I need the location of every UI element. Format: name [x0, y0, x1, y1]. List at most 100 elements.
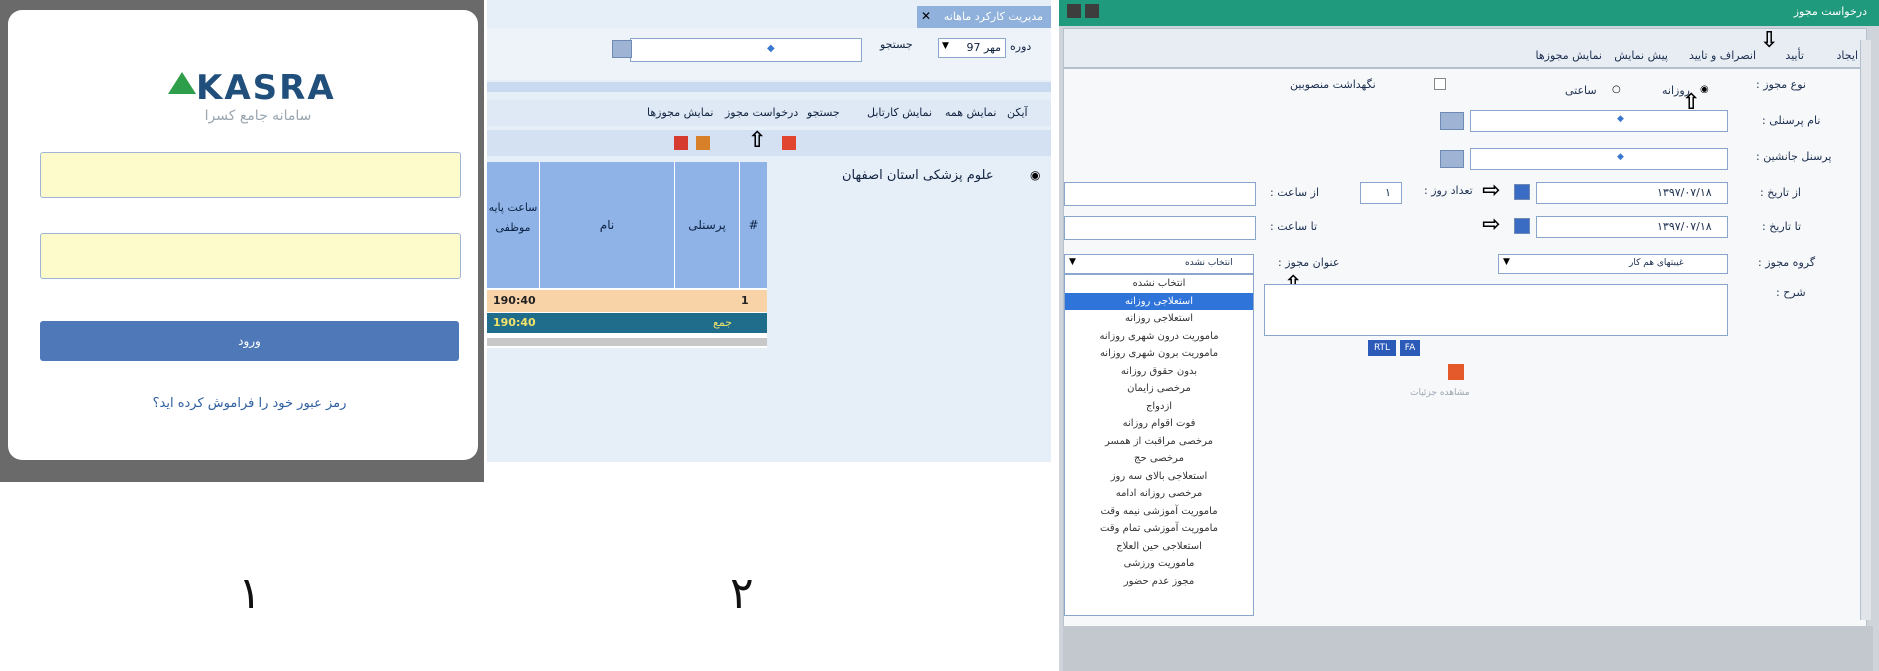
daily-radio[interactable]: ◉: [1700, 84, 1709, 95]
dropdown-option[interactable]: ماموریت آموزشی نیمه وقت: [1065, 503, 1253, 521]
confirm-button[interactable]: تأیید: [1785, 49, 1804, 62]
dropdown-option[interactable]: فوت اقوام روزانه: [1065, 415, 1253, 433]
grid-header-index[interactable]: #: [740, 162, 767, 288]
minimize-window-icon[interactable]: [1085, 4, 1099, 18]
right-arrow-annotation: ⇨: [1482, 212, 1501, 237]
chevron-down-icon: ◆: [767, 43, 775, 54]
pdf-icon[interactable]: [674, 136, 688, 150]
window-titlebar: درخواست مجوز: [1059, 0, 1879, 26]
dropdown-option[interactable]: استعلاجی بالای سه روز: [1065, 468, 1253, 486]
delete-icon[interactable]: [782, 136, 796, 150]
details-footer-text[interactable]: مشاهده جزئیات: [1410, 388, 1470, 398]
from-date-input[interactable]: ۱۳۹۷/۰۷/۱۸: [1536, 182, 1728, 204]
permit-type-label: نوع مجوز :: [1756, 78, 1806, 91]
show-permits-button[interactable]: نمایش مجوزها: [1536, 49, 1603, 62]
show-cartable-button[interactable]: نمایش کارتابل: [867, 106, 932, 119]
forgot-password-link[interactable]: رمز عبور خود را فراموش کرده اید؟: [40, 396, 459, 411]
close-window-icon[interactable]: [1067, 4, 1081, 18]
preview-button[interactable]: پیش نمایش: [1614, 49, 1668, 62]
cancel-confirm-button[interactable]: انصراف و تایید: [1689, 49, 1756, 62]
tree-root-label[interactable]: علوم پزشکی استان اصفهان: [842, 168, 994, 183]
from-hour-input[interactable]: [1064, 182, 1256, 206]
dropdown-option[interactable]: مرخصی زایمان: [1065, 380, 1253, 398]
personnel-lookup-button[interactable]: [1440, 112, 1464, 130]
to-date-value: ۱۳۹۷/۰۷/۱۸: [1657, 220, 1712, 233]
request-permit-button[interactable]: درخواست مجوز: [725, 106, 798, 119]
to-hour-input[interactable]: [1064, 216, 1256, 240]
permit-group-select[interactable]: غیبتهای هم کار ▼: [1498, 254, 1728, 274]
dropdown-option[interactable]: ازدواج: [1065, 398, 1253, 416]
description-label: شرح :: [1776, 286, 1806, 299]
status-bar: [1063, 626, 1873, 671]
tab-monthly-work[interactable]: مدیریت کارکرد ماهانه ✕: [917, 6, 1051, 28]
to-date-input[interactable]: ۱۳۹۷/۰۷/۱۸: [1536, 216, 1728, 238]
close-icon[interactable]: ✕: [921, 9, 931, 23]
fa-button[interactable]: FA: [1400, 340, 1420, 356]
hourly-option[interactable]: ساعتی: [1565, 84, 1597, 97]
down-arrow-annotation: ⇩: [1760, 28, 1779, 53]
kasra-logo-icon: [168, 72, 196, 94]
total-hours: 190:40: [493, 316, 536, 329]
grid-header-base-hours[interactable]: ساعت پایه موظفی: [487, 162, 539, 288]
personnel-name-input[interactable]: ◆: [1470, 110, 1728, 132]
dropdown-option[interactable]: مجوز عدم حضور: [1065, 573, 1253, 591]
total-row: 190:40 جمع: [487, 313, 767, 333]
table-row[interactable]: 190:40 1: [487, 290, 767, 312]
days-count-label: تعداد روز :: [1424, 184, 1473, 197]
permit-group-value: غیبتهای هم کار: [1629, 258, 1684, 268]
dropdown-option[interactable]: استعلاجی روزانه: [1065, 310, 1253, 328]
substitute-input[interactable]: ◆: [1470, 148, 1728, 170]
horizontal-scrollbar[interactable]: [487, 338, 767, 346]
substitute-lookup-button[interactable]: [1440, 150, 1464, 168]
caption-2: ۲: [730, 568, 754, 619]
dropdown-option[interactable]: انتخاب نشده: [1065, 275, 1253, 293]
keep-selected-checkbox[interactable]: [1434, 78, 1446, 90]
toolbar-icon-label[interactable]: آیکن: [1007, 106, 1028, 119]
vertical-scrollbar[interactable]: [1860, 40, 1871, 620]
to-date-label: تا تاریخ :: [1762, 220, 1801, 233]
password-field[interactable]: [40, 233, 461, 279]
attachment-icon[interactable]: [1448, 364, 1464, 380]
show-all-button[interactable]: نمایش همه: [945, 106, 996, 119]
dropdown-option[interactable]: ماموریت درون شهری روزانه: [1065, 328, 1253, 346]
grid-header-personnel[interactable]: پرسنلی: [675, 162, 739, 288]
dropdown-option[interactable]: بدون حقوق روزانه: [1065, 363, 1253, 381]
print-icon[interactable]: [696, 136, 710, 150]
dropdown-option[interactable]: مرخصی روزانه ادامه: [1065, 485, 1253, 503]
dropdown-option[interactable]: ماموریت برون شهری روزانه: [1065, 345, 1253, 363]
dropdown-option[interactable]: مرخصی مراقبت از همسر: [1065, 433, 1253, 451]
permit-group-label: گروه مجوز :: [1758, 256, 1816, 269]
dropdown-option[interactable]: استعلاجی روزانه: [1065, 292, 1253, 310]
export-bar: [487, 130, 1051, 156]
create-button[interactable]: ایجاد: [1837, 49, 1858, 62]
rtl-button[interactable]: RTL: [1368, 340, 1396, 356]
personnel-name-label: نام پرسنلی :: [1762, 114, 1821, 127]
tree-expand-icon[interactable]: ◉: [1030, 168, 1040, 182]
row-hours: 190:40: [493, 294, 536, 307]
login-button[interactable]: ورود: [40, 321, 459, 361]
logo-subtitle: سامانه جامع کسرا: [204, 108, 312, 124]
permit-title-dropdown[interactable]: انتخاب نشده استعلاجی روزانه استعلاجی روزان…: [1064, 274, 1254, 616]
up-arrow-annotation: ⇧: [748, 128, 767, 153]
dropdown-arrow-icon: ▼: [1069, 257, 1076, 267]
username-field[interactable]: [40, 152, 461, 198]
right-arrow-annotation: ⇨: [1482, 178, 1501, 203]
login-card: KASRA سامانه جامع کسرا ورود رمز عبور خود…: [8, 10, 478, 460]
search-label: جستجو: [880, 38, 913, 51]
period-select[interactable]: مهر 97 ▼: [938, 38, 1006, 58]
search-input[interactable]: ◆: [630, 38, 862, 62]
calendar-icon[interactable]: [1514, 184, 1530, 200]
description-textarea[interactable]: [1264, 284, 1728, 336]
search-toolbar-button[interactable]: جستجو: [807, 106, 840, 119]
dropdown-option[interactable]: مرخصی حج: [1065, 450, 1253, 468]
search-button[interactable]: [612, 40, 632, 58]
grid-header-name[interactable]: نام: [540, 162, 674, 288]
dropdown-option[interactable]: استعلاجی حین العلاج: [1065, 538, 1253, 556]
calendar-icon[interactable]: [1514, 218, 1530, 234]
show-permits-button[interactable]: نمایش مجوزها: [647, 106, 714, 119]
dropdown-option[interactable]: ماموریت ورزشی: [1065, 555, 1253, 573]
dropdown-option[interactable]: ماموریت آموزشی تمام وقت: [1065, 520, 1253, 538]
permit-title-select[interactable]: انتخاب نشده ▼: [1064, 254, 1254, 274]
hourly-radio[interactable]: ○: [1612, 84, 1621, 95]
days-count-input[interactable]: ۱: [1360, 182, 1402, 204]
